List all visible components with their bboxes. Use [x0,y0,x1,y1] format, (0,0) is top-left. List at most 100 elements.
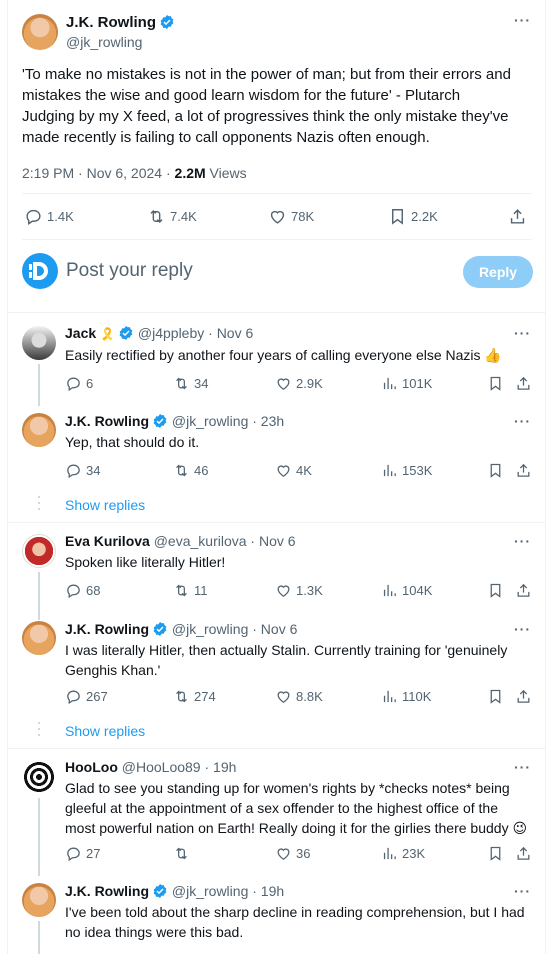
bookmark-icon [392,209,403,225]
analytics-icon [383,690,396,703]
repost-icon [176,464,187,477]
reply-button[interactable]: 27 [65,845,100,862]
reply-text: Spoken like literally Hitler! [65,554,226,570]
reply-button[interactable]: 68 [65,582,100,599]
like-button[interactable]: 36 [275,845,310,862]
like-button[interactable]: 2.9K [275,375,323,392]
reply-header: HooLoo @HooLoo89 · 19h [65,759,236,775]
reply-action-bar: 27 36 23K [65,845,535,865]
bookmark-button[interactable] [487,845,504,862]
verified-icon [153,884,167,898]
more-options-icon[interactable]: ··· [514,413,531,429]
verified-icon [160,15,174,29]
author-name[interactable]: Jack [65,325,96,341]
reply-header: J.K. Rowling @jk_rowling · 23h [65,413,284,429]
reply-icon [67,847,80,862]
repost-count: 11 [194,583,208,598]
avatar[interactable] [22,413,56,447]
share-button[interactable] [515,688,532,705]
author-handle[interactable]: @jk_rowling · 23h [172,413,284,429]
views-button[interactable]: 110K [381,688,431,705]
bookmark-icon [490,376,501,391]
author-handle[interactable]: @HooLoo89 · 19h [122,759,237,775]
user-avatar[interactable] [22,253,58,289]
repost-icon [150,209,163,224]
more-options-icon[interactable]: ··· [514,533,531,549]
reply-action-bar: 68 11 1.3K 104K [65,582,535,602]
views-button[interactable]: 23K [381,845,425,862]
more-options-icon[interactable]: ··· [514,325,531,341]
analytics-icon [383,584,396,597]
repost-button[interactable] [173,845,194,862]
show-replies-link[interactable]: Show replies [65,497,145,513]
reply-button[interactable]: 6 [65,375,93,392]
bookmark-button[interactable] [487,582,504,599]
share-button[interactable] [508,207,527,226]
avatar[interactable] [22,326,56,360]
author-handle[interactable]: @jk_rowling · 19h [172,883,284,899]
reply-button[interactable]: 1.4K [24,207,74,226]
like-button[interactable]: 8.8K [275,688,323,705]
bookmark-button[interactable]: 2.2K [388,207,438,226]
author-name[interactable]: HooLoo [65,759,118,775]
views-button[interactable]: 153K [381,462,432,479]
more-options-icon[interactable]: ··· [514,12,531,28]
bookmark-icon [490,583,501,598]
repost-button[interactable]: 46 [173,462,208,479]
share-button[interactable] [515,845,532,862]
avatar[interactable] [22,534,56,568]
divider [22,193,532,194]
reply-button[interactable]: 34 [65,462,100,479]
share-icon [517,376,530,390]
like-button[interactable]: 1.3K [275,582,323,599]
reply-text: I've been told about the sharp decline i… [65,904,525,940]
reply-submit-button[interactable]: Reply [463,256,533,288]
repost-button[interactable]: 7.4K [147,207,197,226]
more-options-icon[interactable]: ··· [514,621,531,637]
avatar[interactable] [22,760,56,794]
author-name[interactable]: J.K. Rowling [65,621,149,637]
bookmark-button[interactable] [487,375,504,392]
tweet-time[interactable]: 2:19 PM · Nov 6, 2024 · [22,165,175,181]
reply-count: 34 [86,463,101,478]
reply-button[interactable]: 267 [65,688,108,705]
bookmark-button[interactable] [487,462,504,479]
views-count: 23K [402,846,426,861]
repost-button[interactable]: 274 [173,688,216,705]
views-button[interactable]: 104K [381,582,432,599]
share-button[interactable] [515,462,532,479]
author-name[interactable]: J.K. Rowling [66,14,156,31]
avatar[interactable] [22,883,56,917]
author-name[interactable]: J.K. Rowling [65,883,149,899]
author-handle[interactable]: @jk_rowling [66,34,142,50]
reply-action-bar: 34 46 4K 153K [65,462,535,482]
reply-input[interactable]: Post your reply [66,260,193,282]
repost-button[interactable]: 34 [173,375,208,392]
share-icon [517,583,530,597]
author-name[interactable]: Eva Kurilova [65,533,150,549]
reply-text: Yep, that should do it. [65,434,200,450]
share-button[interactable] [515,582,532,599]
share-button[interactable] [515,375,532,392]
thread-dots [38,496,40,514]
like-button[interactable]: 4K [275,462,312,479]
views-count: 110K [402,689,432,704]
reply-text: Easily rectified by another four years o… [65,347,502,363]
author-name[interactable]: J.K. Rowling [65,413,149,429]
more-options-icon[interactable]: ··· [514,883,531,899]
reply-count: 267 [86,689,108,704]
show-replies-link[interactable]: Show replies [65,723,145,739]
avatar[interactable] [22,14,58,50]
reply-text: Glad to see you standing up for women's … [65,780,528,836]
views-button[interactable]: 101K [381,375,432,392]
author-handle[interactable]: @j4ppleby · Nov 6 [138,325,253,341]
bookmark-button[interactable] [487,688,504,705]
repost-button[interactable]: 11 [173,582,208,599]
share-icon [517,463,530,477]
author-handle[interactable]: @eva_kurilova · Nov 6 [154,533,296,549]
analytics-icon [383,464,396,477]
like-button[interactable]: 78K [268,207,314,226]
author-handle[interactable]: @jk_rowling · Nov 6 [172,621,297,637]
avatar[interactable] [22,621,56,655]
more-options-icon[interactable]: ··· [514,759,531,775]
